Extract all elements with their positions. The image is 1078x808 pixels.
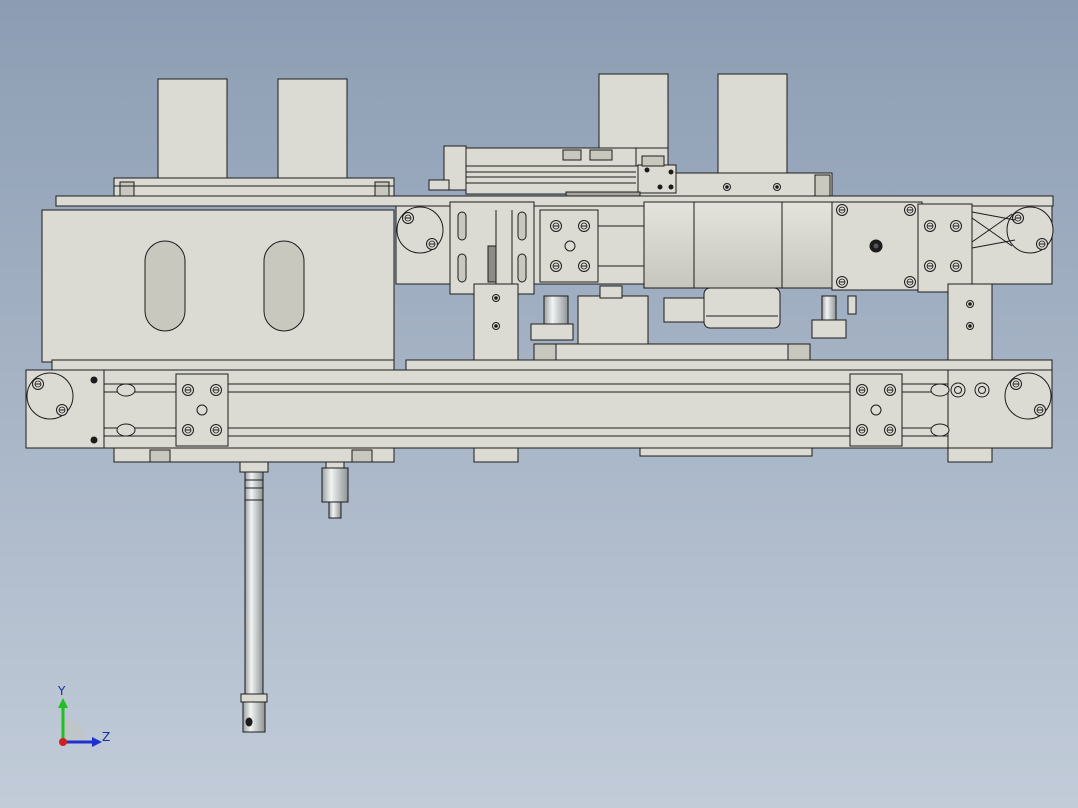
- under-module-cylinders[interactable]: [530, 285, 857, 361]
- slotted-bracket[interactable]: [449, 201, 535, 295]
- coordinate-triad: Y Z: [50, 684, 120, 754]
- servo-motor[interactable]: [643, 201, 835, 329]
- triad-z-label: Z: [102, 730, 111, 744]
- cad-assembly-model[interactable]: [0, 0, 1078, 808]
- left-housing-plate[interactable]: [41, 209, 395, 371]
- lower-left-feet[interactable]: [113, 447, 813, 463]
- long-guide-shaft[interactable]: [239, 461, 269, 733]
- cad-graphics-viewport[interactable]: Y Z: [0, 0, 1078, 808]
- gearbox-housing[interactable]: [831, 201, 923, 291]
- short-guide-shaft[interactable]: [321, 461, 349, 519]
- lower-right-carriage[interactable]: [849, 373, 903, 447]
- top-right-cylinder-block-2[interactable]: [717, 73, 788, 175]
- triad-y-label: Y: [58, 684, 66, 698]
- upper-right-carriage-plate[interactable]: [917, 203, 973, 293]
- left-top-mounting-base[interactable]: [113, 177, 395, 197]
- top-slide-table[interactable]: [428, 145, 677, 201]
- lower-left-carriage[interactable]: [175, 373, 229, 447]
- top-left-cylinder-block-1[interactable]: [157, 78, 228, 180]
- top-right-cylinder-block-1[interactable]: [598, 73, 669, 153]
- top-left-cylinder-block-2[interactable]: [277, 78, 348, 180]
